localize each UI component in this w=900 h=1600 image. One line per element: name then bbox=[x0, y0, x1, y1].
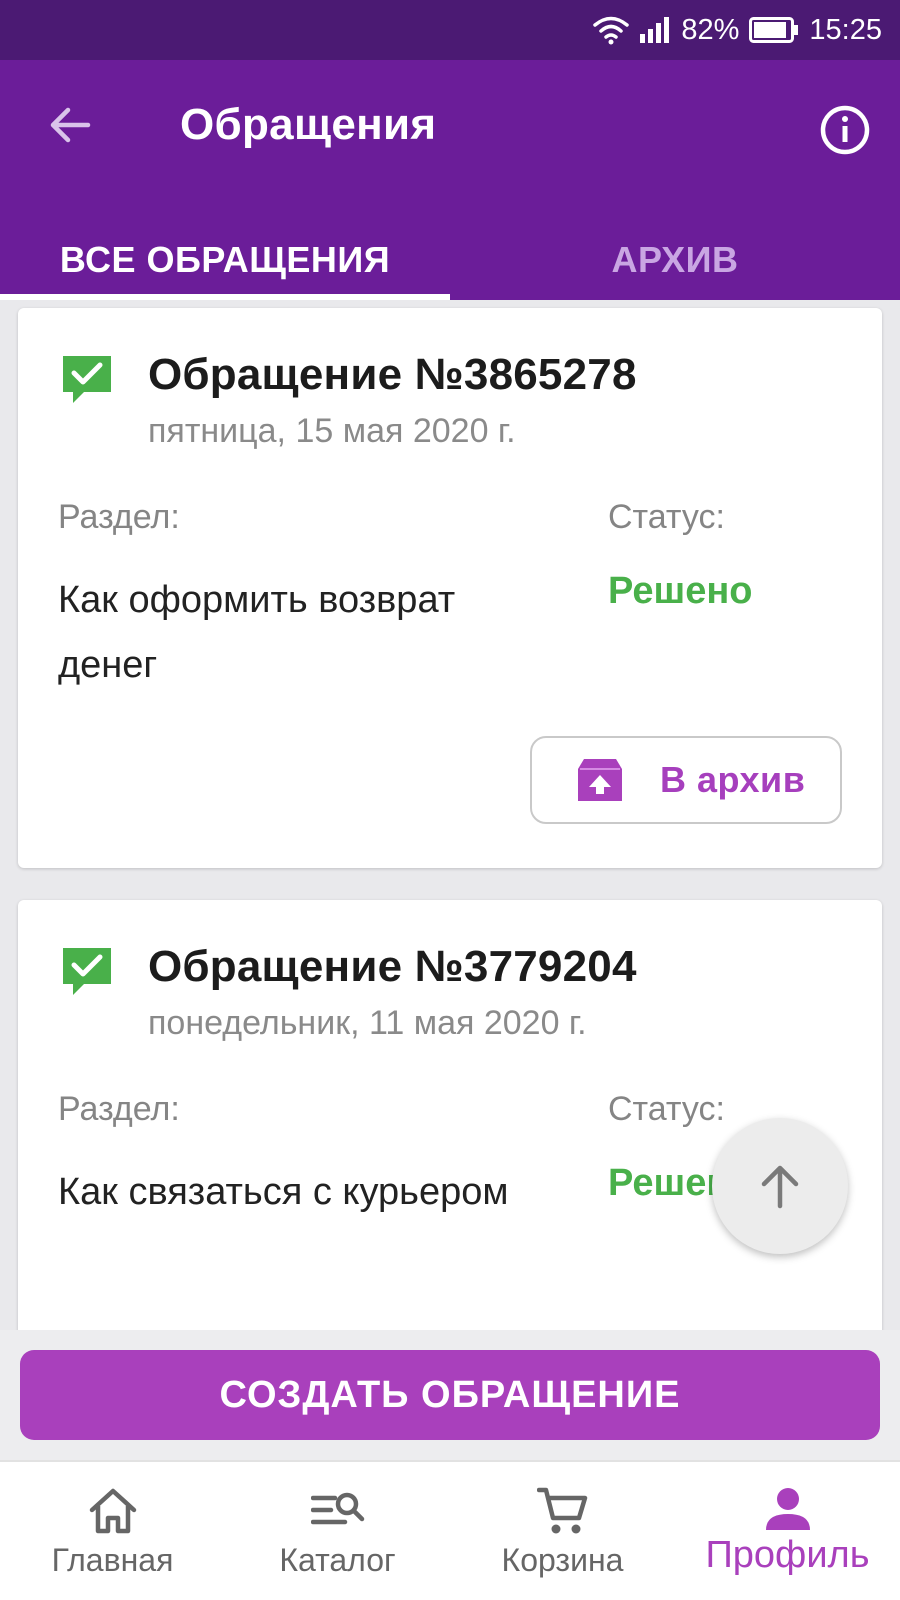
info-button[interactable] bbox=[820, 105, 870, 155]
nav-label: Главная bbox=[51, 1542, 174, 1578]
wifi-icon bbox=[593, 16, 630, 45]
bottom-nav: Главная Каталог Корзина Профиль bbox=[0, 1460, 900, 1600]
nav-item-profile[interactable]: Профиль bbox=[675, 1462, 900, 1600]
resolved-chat-check-icon bbox=[63, 948, 111, 995]
page-title: Обращения bbox=[180, 100, 437, 149]
section-label: Раздел: bbox=[58, 498, 180, 536]
cart-icon bbox=[536, 1487, 587, 1534]
section-value: Как связаться с курьером bbox=[58, 1171, 509, 1213]
home-icon bbox=[89, 1488, 136, 1534]
create-button-area: СОЗДАТЬ ОБРАЩЕНИЕ bbox=[0, 1330, 900, 1460]
info-icon bbox=[820, 105, 870, 155]
archive-box-icon bbox=[578, 759, 622, 801]
create-ticket-button[interactable]: СОЗДАТЬ ОБРАЩЕНИЕ bbox=[20, 1350, 880, 1440]
app-bar: Обращения ВСЕ ОБРАЩЕНИЯ АРХИВ bbox=[0, 60, 900, 300]
battery-percent: 82% bbox=[681, 13, 740, 46]
ticket-date: понедельник, 11 мая 2020 г. bbox=[148, 1004, 587, 1042]
tab-bar: ВСЕ ОБРАЩЕНИЯ АРХИВ bbox=[0, 220, 900, 300]
nav-item-catalog[interactable]: Каталог bbox=[225, 1462, 450, 1600]
section-label: Раздел: bbox=[58, 1090, 180, 1128]
ticket-card[interactable]: Обращение №3865278 пятница, 15 мая 2020 … bbox=[18, 308, 882, 868]
status-bar: 82% 15:25 bbox=[0, 0, 900, 60]
resolved-chat-check-icon bbox=[63, 356, 111, 403]
ticket-title: Обращение №3779204 bbox=[148, 942, 637, 991]
clock: 15:25 bbox=[809, 13, 882, 46]
signal-icon bbox=[640, 17, 670, 43]
status-label: Статус: bbox=[608, 498, 725, 536]
tab-all-tickets[interactable]: ВСЕ ОБРАЩЕНИЯ bbox=[0, 220, 450, 300]
status-value: Решено bbox=[608, 570, 753, 612]
nav-item-home[interactable]: Главная bbox=[0, 1462, 225, 1600]
back-button[interactable] bbox=[40, 95, 100, 155]
tab-archive[interactable]: АРХИВ bbox=[450, 220, 900, 300]
nav-label: Корзина bbox=[501, 1542, 624, 1578]
catalog-search-icon bbox=[310, 1492, 364, 1525]
nav-label: Каталог bbox=[279, 1542, 396, 1578]
ticket-title: Обращение №3865278 bbox=[148, 350, 637, 399]
profile-icon bbox=[765, 1488, 810, 1530]
archive-button[interactable]: В архив bbox=[530, 736, 842, 824]
section-value: Как оформить возврат денег bbox=[58, 579, 456, 686]
nav-item-cart[interactable]: Корзина bbox=[450, 1462, 675, 1600]
battery-icon bbox=[749, 17, 799, 43]
arrow-back-icon bbox=[50, 107, 91, 143]
nav-label: Профиль bbox=[705, 1534, 870, 1576]
ticket-card[interactable]: Обращение №3779204 понедельник, 11 мая 2… bbox=[18, 900, 882, 1330]
scroll-top-button[interactable] bbox=[712, 1118, 848, 1254]
arrow-up-icon bbox=[761, 1165, 799, 1209]
status-label: Статус: bbox=[608, 1090, 725, 1128]
archive-button-label: В архив bbox=[660, 759, 806, 800]
ticket-date: пятница, 15 мая 2020 г. bbox=[148, 412, 516, 450]
